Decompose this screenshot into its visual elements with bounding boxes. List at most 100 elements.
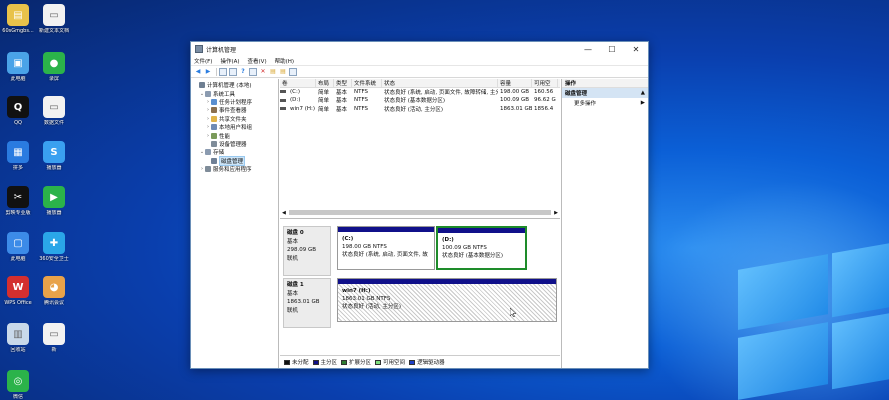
- table-row[interactable]: win7 (H:) 简单 基本 NTFS 状态良好 (活动, 主分区) 1863.01 G…: [280, 105, 560, 114]
- partition[interactable]: (D:) 100.09 GB NTFS 状态良好 (基本数据分区): [436, 226, 527, 270]
- column-header[interactable]: 卷: [280, 79, 316, 87]
- desktop-icon[interactable]: ● 录屏: [36, 52, 72, 82]
- tree-item[interactable]: › 服务和应用程序: [191, 165, 278, 173]
- tree-item-label: 任务计划程序: [219, 99, 253, 106]
- more-actions-item[interactable]: 更多操作 ▶: [562, 98, 648, 108]
- column-header[interactable]: 可用空: [532, 79, 558, 87]
- legend-swatch: [312, 359, 319, 365]
- desktop-icon[interactable]: S 播放器: [36, 141, 72, 171]
- menu-help[interactable]: 帮助(H): [275, 57, 294, 65]
- table-cell: 1856.4: [534, 105, 554, 112]
- horizontal-scrollbar[interactable]: ◀ ▶: [282, 209, 558, 216]
- desktop-icon[interactable]: W WPS Office: [0, 276, 36, 306]
- actions-header: 操作: [562, 79, 648, 88]
- collapse-icon[interactable]: ▲: [641, 90, 645, 96]
- tree-item[interactable]: 计算机管理 (本地): [191, 81, 278, 89]
- app-icon: ▤: [7, 4, 29, 26]
- list-icon[interactable]: [249, 67, 257, 76]
- scroll-right-icon[interactable]: ▶: [554, 210, 558, 216]
- table-cell: 100.09 GB: [500, 97, 530, 104]
- menu-action[interactable]: 操作(A): [220, 57, 239, 65]
- disk-size: 1863.01 GB: [287, 299, 320, 305]
- column-header[interactable]: 容量: [498, 79, 532, 87]
- desktop-icon-label: 腾讯会议: [43, 300, 64, 306]
- desktop-icon[interactable]: ▭ 新建文本文档: [36, 4, 72, 34]
- settings-icon[interactable]: [289, 67, 297, 76]
- export-icon[interactable]: ▤: [279, 68, 287, 76]
- partition-name: (D:): [442, 237, 454, 243]
- legend: 未分配 主分区 扩展分区 可用空间 逻辑驱动器: [280, 355, 560, 368]
- partition-size: 1863.01 GB NTFS: [342, 296, 391, 302]
- tree-item[interactable]: › 本地用户和组: [191, 123, 278, 131]
- volume-icon: [280, 107, 286, 111]
- desktop-icon[interactable]: ✚ 360安全卫士: [36, 232, 72, 262]
- desktop-icon[interactable]: ✂ 剪映专业版: [0, 186, 36, 216]
- app-icon: ▥: [7, 323, 29, 345]
- column-header[interactable]: 布局: [316, 79, 334, 87]
- app-icon: ✂: [7, 186, 29, 208]
- tree-node-icon: [211, 132, 217, 139]
- column-header[interactable]: 状态: [382, 79, 498, 87]
- column-header[interactable]: 文件系统: [352, 79, 382, 87]
- tree-item-label: 系统工具: [213, 91, 236, 98]
- table-row[interactable]: (C:) 简单 基本 NTFS 状态良好 (系统, 启动, 页面文件, 故障转储, 主分…: [280, 88, 560, 97]
- tree-item[interactable]: › 共享文件夹: [191, 115, 278, 123]
- delete-icon[interactable]: ✕: [259, 68, 267, 76]
- refresh-icon[interactable]: ▤: [269, 68, 277, 76]
- partition-content: (C:) 198.00 GB NTFS 状态良好 (系统, 启动, 页面文件, 故: [338, 232, 434, 262]
- actions-section-disk-management[interactable]: 磁盘管理 ▲: [562, 88, 648, 98]
- menu-file[interactable]: 文件(F): [194, 57, 212, 65]
- desktop-icon[interactable]: ▢ 此电脑: [0, 232, 36, 262]
- partition[interactable]: win7 (H:) 1863.01 GB NTFS 状态良好 (活动, 主分区): [337, 278, 557, 322]
- tree-item[interactable]: › 事件查看器: [191, 106, 278, 114]
- maximize-button[interactable]: ☐: [600, 42, 624, 56]
- partition[interactable]: (C:) 198.00 GB NTFS 状态良好 (系统, 启动, 页面文件, 故: [337, 226, 435, 270]
- desktop-icon[interactable]: ◕ 腾讯会议: [36, 276, 72, 306]
- mouse-cursor-icon: [510, 308, 516, 317]
- app-icon: ●: [43, 52, 65, 74]
- tree-item[interactable]: › 性能: [191, 131, 278, 140]
- desktop-icon[interactable]: ▣ 此电脑: [0, 52, 36, 82]
- tree-item-label: 设备管理器: [219, 141, 247, 148]
- up-icon[interactable]: [219, 67, 227, 76]
- scroll-thumb[interactable]: [288, 210, 552, 215]
- desktop-icon[interactable]: ▤ 60sGmgbs...: [0, 4, 36, 34]
- desktop-icon[interactable]: ◎ 微信: [0, 370, 36, 400]
- menu-view[interactable]: 查看(V): [248, 57, 267, 65]
- properties-icon[interactable]: [229, 67, 237, 76]
- table-cell: 状态良好 (基本数据分区): [384, 98, 446, 105]
- tree-item[interactable]: › 任务计划程序: [191, 98, 278, 106]
- tree-item[interactable]: 设备管理器: [191, 140, 278, 148]
- minimize-button[interactable]: —: [576, 42, 600, 56]
- column-header[interactable]: 类型: [334, 79, 352, 87]
- partition-content: (D:) 100.09 GB NTFS 状态良好 (基本数据分区): [438, 233, 525, 263]
- legend-item: 逻辑驱动器: [409, 358, 445, 366]
- table-cell: (D:): [290, 97, 301, 104]
- tree-item[interactable]: ⌄ 系统工具: [191, 89, 278, 98]
- title-bar[interactable]: 计算机管理 — ☐ ✕: [191, 42, 648, 56]
- disk-label[interactable]: 磁盘 0 基本 298.09 GB 联机: [283, 226, 331, 276]
- desktop-icon[interactable]: ▥ 回收站: [0, 323, 36, 353]
- table-cell: NTFS: [354, 105, 369, 112]
- desktop-icon[interactable]: ▭ 数据文件: [36, 96, 72, 126]
- desktop-icon-label: 播放器: [46, 210, 62, 216]
- desktop-icon[interactable]: ▭ 新: [36, 323, 72, 353]
- app-icon: ▢: [7, 232, 29, 254]
- desktop-icon[interactable]: ▦ 拼多: [0, 141, 36, 171]
- desktop-icon-label: 新建文本文档: [38, 28, 69, 34]
- disk-label[interactable]: 磁盘 1 基本 1863.01 GB 联机: [283, 278, 331, 328]
- close-button[interactable]: ✕: [624, 42, 648, 56]
- scroll-left-icon[interactable]: ◀: [282, 210, 286, 216]
- help-icon[interactable]: ?: [239, 68, 247, 76]
- app-icon: ✚: [43, 232, 65, 254]
- legend-label: 主分区: [320, 360, 338, 366]
- tree-item[interactable]: 磁盘管理: [191, 155, 278, 166]
- table-cell: 基本: [336, 89, 348, 96]
- table-row[interactable]: (D:) 简单 基本 NTFS 状态良好 (基本数据分区) 100.09 GB 96.62 …: [280, 96, 560, 105]
- forward-icon[interactable]: ▶: [204, 68, 212, 76]
- back-icon[interactable]: ◀: [194, 68, 202, 76]
- tree-node-icon: [211, 140, 217, 147]
- desktop-icon[interactable]: ▶ 播放器: [36, 186, 72, 216]
- partition-size: 100.09 GB NTFS: [442, 245, 487, 251]
- desktop-icon[interactable]: Q QQ: [0, 96, 36, 126]
